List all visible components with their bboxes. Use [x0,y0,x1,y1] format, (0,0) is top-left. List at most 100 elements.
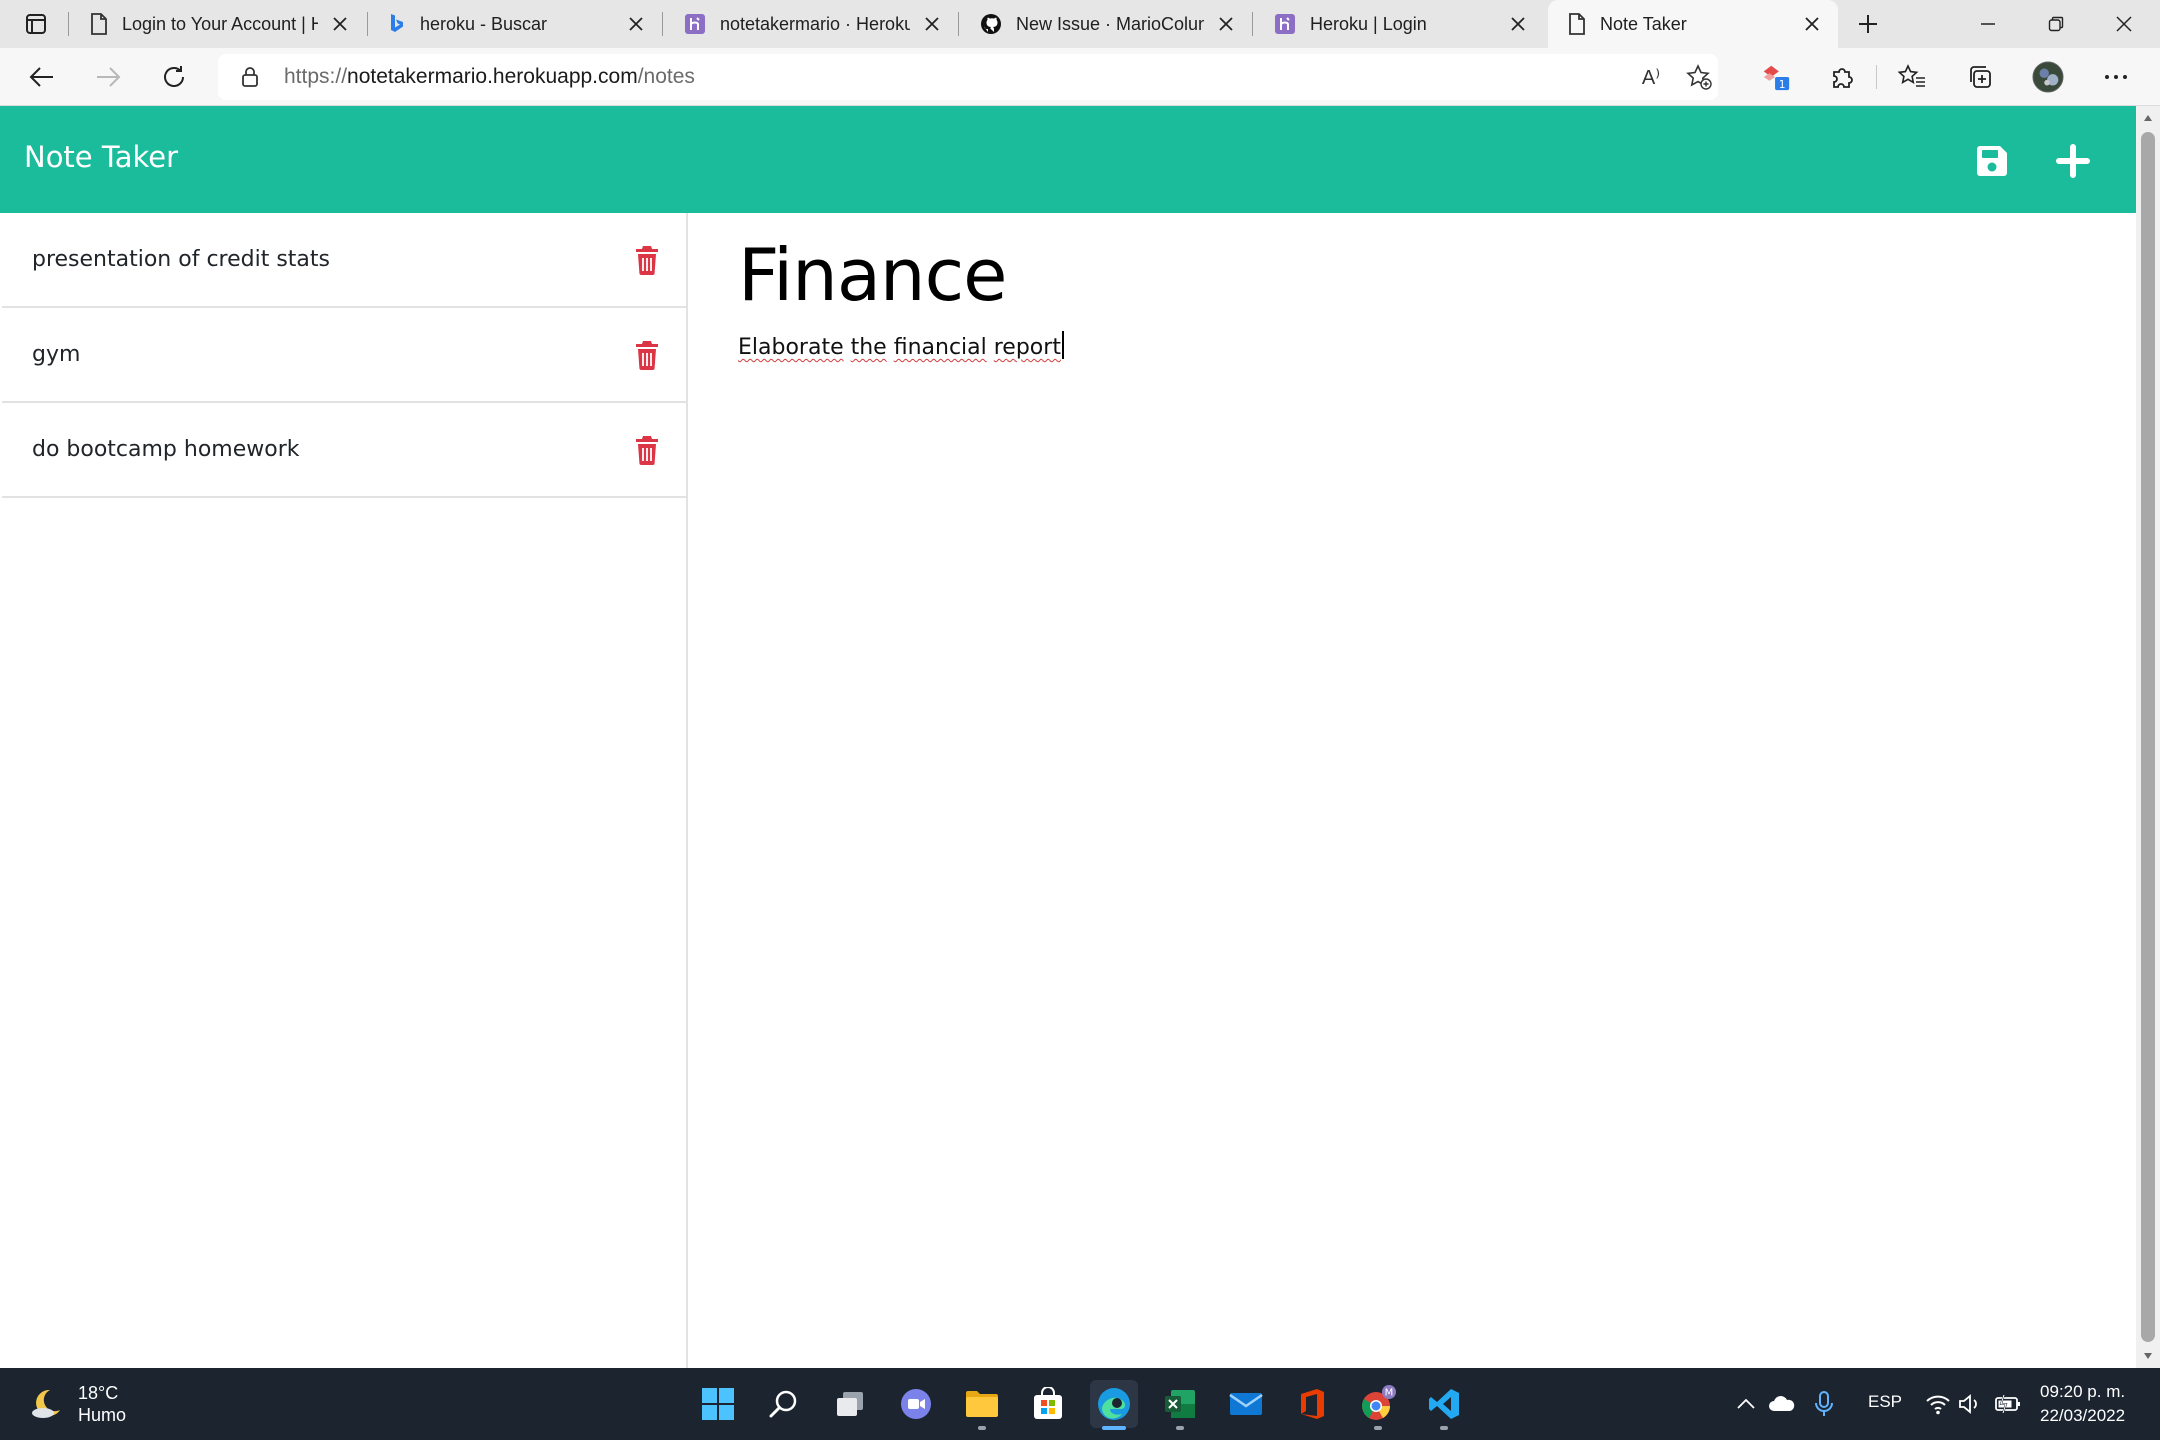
note-list-item-title[interactable]: do bootcamp homework [32,437,300,462]
tab-separator [68,12,69,36]
task-view-button[interactable] [826,1380,874,1428]
address-bar[interactable]: https://notetakermario.herokuapp.com/not… [218,54,1718,100]
start-button[interactable] [694,1380,742,1428]
read-aloud-icon[interactable]: A⁾ [1636,62,1666,92]
app-brand[interactable]: Note Taker [24,140,178,174]
tab-title: New Issue · MarioColung [1016,13,1204,34]
add-favorite-icon[interactable] [1684,62,1714,92]
note-list-item[interactable]: presentation of credit stats [2,213,686,308]
close-tab-icon[interactable] [1802,14,1822,34]
battery-icon[interactable] [1994,1390,2022,1418]
restore-button[interactable] [2022,0,2090,48]
note-title-input[interactable]: Finance [738,233,1007,317]
chrome-button[interactable]: M [1354,1380,1402,1430]
forward-button[interactable] [88,57,128,97]
refresh-button[interactable] [154,57,194,97]
more-options-icon [2105,75,2127,79]
text-caret [1061,331,1064,359]
url-host: notetakermario.herokuapp.com [347,65,638,88]
tab-note-taker[interactable]: Note Taker [1548,0,1838,48]
collections-button[interactable] [1964,61,1996,93]
tab-title: Heroku | Login [1310,13,1427,34]
edge-icon [1098,1388,1130,1420]
url-prefix: https:// [284,65,348,88]
chrome-icon: M [1362,1385,1396,1420]
back-button[interactable] [22,57,62,97]
volume-icon[interactable] [1956,1390,1984,1418]
back-arrow-icon [29,67,53,87]
office-icon [1301,1389,1324,1419]
close-tab-icon[interactable] [1508,14,1528,34]
favorites-icon [1898,64,1925,87]
clock-time: 09:20 p. m. [2040,1382,2126,1401]
delete-note-button[interactable] [632,338,662,372]
tab-github-new-issue[interactable]: New Issue · MarioColung [960,0,1252,48]
excel-button[interactable] [1156,1380,1204,1430]
mail-button[interactable] [1222,1380,1270,1428]
chat-icon [901,1389,931,1419]
save-note-button[interactable] [1967,136,2017,186]
note-list-item[interactable]: gym [2,308,686,403]
scroll-down-arrow-icon[interactable] [2136,1344,2160,1368]
url-text: https://notetakermario.herokuapp.com/not… [284,65,695,89]
profile-button[interactable] [2032,61,2064,93]
delete-note-button[interactable] [632,433,662,467]
page-scrollbar[interactable] [2136,106,2160,1368]
onedrive-icon[interactable] [1768,1390,1796,1418]
favorites-button[interactable] [1896,61,1928,93]
tab-actions-icon [26,14,46,34]
tab-actions-button[interactable] [14,8,58,40]
weather-widget[interactable]: 18°C Humo [28,1382,126,1426]
delete-note-button[interactable] [632,243,662,277]
excel-icon [1165,1390,1195,1418]
microphone-icon[interactable] [1810,1390,1838,1418]
folder-icon [966,1391,998,1417]
new-note-button[interactable] [2048,136,2098,186]
input-language[interactable]: ESP [1868,1392,1902,1412]
extension-button[interactable]: 1 [1760,61,1792,93]
system-clock[interactable]: 09:20 p. m. 22/03/2022 [2040,1380,2125,1428]
note-body-word: financial [893,335,987,360]
minimize-button[interactable] [1954,0,2022,48]
extensions-button[interactable] [1826,61,1858,93]
extension-badge-count: 1 [1779,79,1786,91]
tab-login-account[interactable]: Login to Your Account | H [70,0,366,48]
wifi-icon[interactable] [1924,1390,1952,1418]
collections-icon [1970,66,1991,88]
search-button[interactable] [760,1380,808,1428]
windows-icon [702,1388,734,1420]
running-indicator [1374,1426,1382,1430]
new-tab-button[interactable] [1850,8,1886,40]
scroll-up-arrow-icon[interactable] [2136,106,2160,130]
close-tab-icon[interactable] [626,14,646,34]
tab-separator [662,12,663,36]
scrollbar-thumb[interactable] [2141,132,2155,1342]
show-hidden-icons-button[interactable] [1732,1390,1760,1418]
note-list-item-title[interactable]: presentation of credit stats [32,247,330,272]
close-tab-icon[interactable] [922,14,942,34]
teams-chat-button[interactable] [892,1380,940,1428]
close-tab-icon[interactable] [1216,14,1236,34]
note-list-item-title[interactable]: gym [32,342,80,367]
tab-heroku-app[interactable]: notetakermario · Heroku [664,0,958,48]
bing-icon [391,14,403,32]
edge-button[interactable] [1090,1380,1138,1430]
close-window-button[interactable] [2090,0,2158,48]
heroku-icon [1275,14,1295,34]
note-list-item[interactable]: do bootcamp homework [2,403,686,498]
settings-menu-button[interactable] [2100,61,2132,93]
chrome-profile-badge: M [1385,1388,1394,1399]
note-textarea[interactable]: Elaborate the financial report [738,331,1064,360]
refresh-icon [164,66,184,87]
close-tab-icon[interactable] [330,14,350,34]
store-button[interactable] [1024,1380,1072,1428]
tab-heroku-search[interactable]: heroku - Buscar [368,0,662,48]
file-explorer-button[interactable] [958,1380,1006,1430]
tab-title: notetakermario · Heroku [720,13,910,34]
lock-icon[interactable] [238,65,262,89]
moon-cloud-icon [32,1389,60,1418]
vscode-button[interactable] [1420,1380,1468,1430]
tab-heroku-login[interactable]: Heroku | Login [1254,0,1544,48]
tab-title: Note Taker [1600,13,1687,34]
office-button[interactable] [1288,1380,1336,1428]
